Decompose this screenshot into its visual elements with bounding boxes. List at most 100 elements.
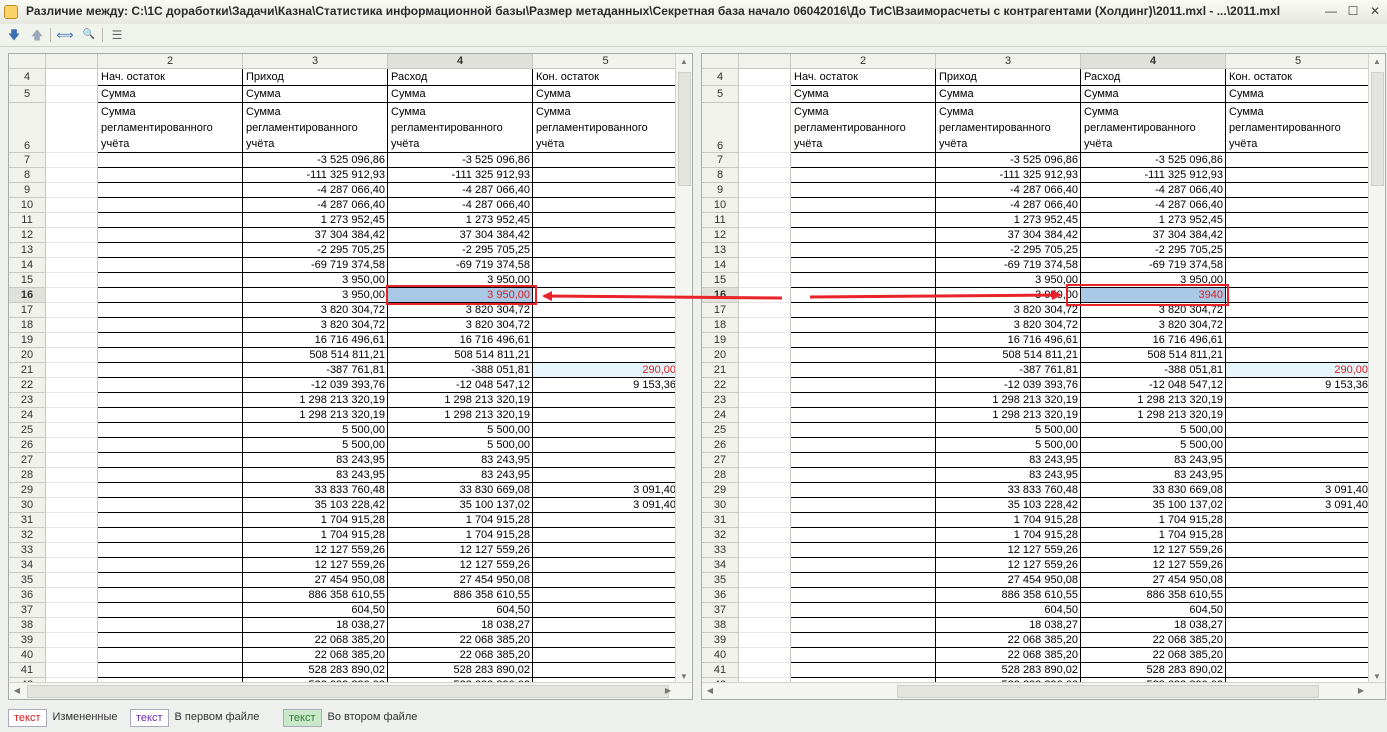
table-cell[interactable] (46, 603, 98, 618)
table-cell[interactable] (1226, 453, 1371, 468)
table-cell[interactable] (739, 153, 791, 168)
row-header[interactable]: 29 (9, 483, 46, 498)
table-cell[interactable]: 16 716 496,61 (936, 333, 1081, 348)
table-cell[interactable] (46, 528, 98, 543)
table-cell[interactable]: 18 038,27 (243, 618, 388, 633)
table-cell[interactable] (98, 558, 243, 573)
scroll-left-icon[interactable]: ◀ (702, 683, 718, 699)
row-header[interactable]: 33 (702, 543, 739, 558)
row-header[interactable]: 26 (9, 438, 46, 453)
table-cell[interactable]: 3 820 304,72 (388, 318, 533, 333)
table-cell[interactable]: 604,50 (1081, 603, 1226, 618)
table-cell[interactable] (791, 513, 936, 528)
table-cell[interactable] (533, 633, 679, 648)
table-cell[interactable] (739, 168, 791, 183)
row-header[interactable]: 10 (702, 198, 739, 213)
table-cell[interactable]: 83 243,95 (388, 453, 533, 468)
header-cell[interactable]: Расход (388, 69, 533, 86)
row-header[interactable]: 22 (702, 378, 739, 393)
row-header[interactable]: 12 (702, 228, 739, 243)
header-cell[interactable]: Сумма (1081, 86, 1226, 103)
vertical-scrollbar[interactable]: ▲ ▼ (1368, 54, 1385, 685)
table-cell[interactable] (98, 213, 243, 228)
table-cell[interactable]: 33 830 669,08 (388, 483, 533, 498)
table-cell[interactable] (739, 663, 791, 678)
table-cell[interactable] (791, 228, 936, 243)
table-cell[interactable] (1226, 348, 1371, 363)
table-cell[interactable] (98, 363, 243, 378)
table-cell[interactable]: 83 243,95 (936, 468, 1081, 483)
list-icon[interactable]: ☰ (108, 26, 126, 44)
table-cell[interactable] (1226, 438, 1371, 453)
table-cell[interactable]: 508 514 811,21 (1081, 348, 1226, 363)
table-cell[interactable] (1226, 663, 1371, 678)
row-header[interactable]: 18 (702, 318, 739, 333)
table-cell[interactable] (739, 288, 791, 303)
table-cell[interactable]: 508 514 811,21 (936, 348, 1081, 363)
table-cell[interactable] (533, 228, 679, 243)
table-cell[interactable] (1226, 168, 1371, 183)
column-header[interactable]: 4 (388, 54, 533, 69)
table-cell[interactable] (791, 348, 936, 363)
table-cell[interactable] (791, 288, 936, 303)
table-cell[interactable]: 528 283 890,02 (243, 663, 388, 678)
table-cell[interactable] (98, 528, 243, 543)
row-header[interactable]: 39 (9, 633, 46, 648)
row-header[interactable]: 34 (9, 558, 46, 573)
row-header[interactable]: 21 (702, 363, 739, 378)
table-cell[interactable]: -69 719 374,58 (243, 258, 388, 273)
table-cell[interactable]: 16 716 496,61 (1081, 333, 1226, 348)
table-cell[interactable]: 5 500,00 (1081, 423, 1226, 438)
row-header[interactable]: 7 (702, 153, 739, 168)
table-cell[interactable] (1226, 648, 1371, 663)
header-cell[interactable]: Сумма регламентированного учёта (1226, 103, 1371, 153)
table-cell[interactable] (739, 183, 791, 198)
table-cell[interactable] (1226, 543, 1371, 558)
row-header[interactable]: 25 (9, 423, 46, 438)
zoom-icon[interactable]: 🔍 (80, 26, 98, 44)
table-cell[interactable]: 508 514 811,21 (243, 348, 388, 363)
table-cell[interactable] (98, 198, 243, 213)
table-cell[interactable] (791, 498, 936, 513)
table-cell[interactable]: 22 068 385,20 (388, 648, 533, 663)
table-cell[interactable] (46, 513, 98, 528)
row-header[interactable]: 5 (9, 86, 46, 103)
table-cell[interactable] (791, 183, 936, 198)
header-cell[interactable]: Сумма (1226, 86, 1371, 103)
table-cell[interactable]: 1 704 915,28 (1081, 528, 1226, 543)
table-cell[interactable]: 3 091,40 (1226, 498, 1371, 513)
table-cell[interactable] (98, 438, 243, 453)
header-cell[interactable] (46, 103, 98, 153)
table-cell[interactable] (98, 588, 243, 603)
row-header[interactable]: 24 (702, 408, 739, 423)
row-header[interactable]: 23 (9, 393, 46, 408)
table-cell[interactable] (791, 558, 936, 573)
table-cell[interactable]: 35 100 137,02 (1081, 498, 1226, 513)
table-cell[interactable]: -111 325 912,93 (388, 168, 533, 183)
table-cell[interactable] (791, 423, 936, 438)
table-cell[interactable] (98, 393, 243, 408)
row-header[interactable]: 14 (702, 258, 739, 273)
table-cell[interactable]: -12 039 393,76 (243, 378, 388, 393)
table-cell[interactable]: 83 243,95 (243, 468, 388, 483)
table-cell[interactable] (791, 318, 936, 333)
table-cell[interactable] (533, 303, 679, 318)
table-cell[interactable] (98, 348, 243, 363)
table-cell[interactable] (1226, 303, 1371, 318)
table-cell[interactable] (98, 648, 243, 663)
table-cell[interactable] (98, 573, 243, 588)
table-cell[interactable] (739, 618, 791, 633)
table-cell[interactable]: 83 243,95 (388, 468, 533, 483)
table-cell[interactable] (1226, 183, 1371, 198)
table-cell[interactable] (533, 603, 679, 618)
table-cell[interactable] (98, 303, 243, 318)
table-cell[interactable] (98, 273, 243, 288)
row-header[interactable]: 15 (9, 273, 46, 288)
table-cell[interactable] (791, 153, 936, 168)
table-cell[interactable]: 12 127 559,26 (243, 543, 388, 558)
table-cell[interactable] (98, 423, 243, 438)
arrow-up-icon[interactable]: 🡅 (28, 26, 46, 44)
maximize-button[interactable]: ☐ (1344, 3, 1362, 20)
table-cell[interactable]: 22 068 385,20 (936, 633, 1081, 648)
table-cell[interactable] (46, 228, 98, 243)
